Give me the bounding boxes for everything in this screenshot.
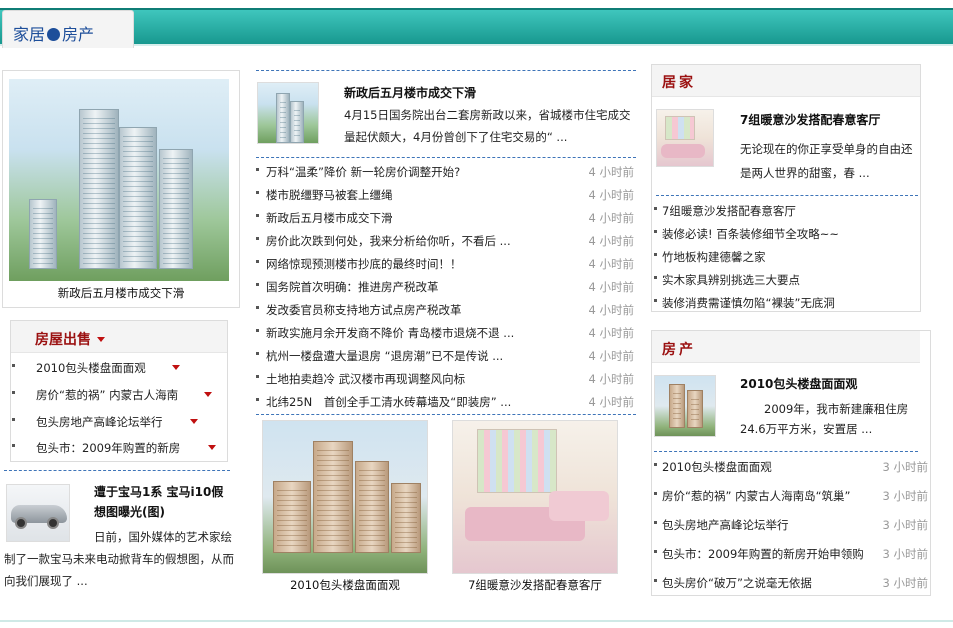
bullet-icon [654,299,657,302]
center-top-title[interactable]: 新政后五月楼市成交下滑 [344,84,476,101]
bullet-icon [256,214,259,217]
tab-label-home: 家居 [13,25,46,44]
list-item[interactable]: 北纬25N 首创全手工清水砖幕墙及“即装房” ... 4 小时前 [256,390,636,413]
list-item[interactable]: 2010包头楼盘面面观 [12,356,228,379]
list-item[interactable]: 房价“惹的祸” 内蒙古人海南 [12,383,228,406]
tab-home-estate[interactable]: 家居 房产 [2,10,134,48]
list-item[interactable]: 包头市：2009年购置的新房 [12,436,228,459]
feature-building-image[interactable] [9,79,229,281]
home-feature-body: 无论现在的你正享受单身的自由还是两人世界的甜蜜，春 ... [740,142,913,180]
sale-list: 2010包头楼盘面面观 房价“惹的祸” 内蒙古人海南 包头房地产高峰论坛举行 包… [12,356,228,460]
list-item[interactable]: 新政实施月余开发商不降价 青岛楼市退烧不退 ... 4 小时前 [256,321,636,344]
estate-list: 2010包头楼盘面面观 3 小时前 房价“惹的祸” 内蒙古人海南岛“筑巢” 3 小时… [654,455,930,595]
list-item[interactable]: 房价“惹的祸” 内蒙古人海南岛“筑巢” 3 小时前 [654,484,930,507]
car-article-body: 日前，国外媒体的艺术家绘制了一款宝马未来电动掀背车的假想图，从而向我们展现了 .… [4,530,234,588]
section-header-bar [0,8,953,44]
bullet-icon [256,168,259,171]
photo-estate-caption[interactable]: 2010包头楼盘面面观 [262,577,428,593]
bullet-icon [12,418,15,421]
bullet-icon [654,492,657,495]
left-feature-box: 新政后五月楼市成交下滑 [2,70,240,308]
home-section-title[interactable]: 居家 [652,65,920,97]
bullet-icon [12,444,15,447]
divider [656,195,918,196]
caret-down-icon [208,445,216,450]
list-item[interactable]: 新政后五月楼市成交下滑 4 小时前 [256,206,636,229]
list-item[interactable]: 包头房价“破万”之说毫无依据 3 小时前 [654,571,930,594]
list-item[interactable]: 杭州一楼盘遭大量退房 “退房潮”已不是传说 ... 4 小时前 [256,344,636,367]
footer-line [0,620,953,622]
list-item[interactable]: 土地拍卖趋冷 武汉楼市再现调整风向标 4 小时前 [256,367,636,390]
list-item[interactable]: 包头房地产高峰论坛举行 [12,410,228,433]
list-item[interactable]: 2010包头楼盘面面观 3 小时前 [654,455,930,478]
bullet-icon [654,276,657,279]
estate-feature-title[interactable]: 2010包头楼盘面面观 [740,375,857,392]
list-item[interactable]: 包头房地产高峰论坛举行 3 小时前 [654,513,930,536]
list-item[interactable]: 万科“温柔”降价 新一轮房价调整开始? 4 小时前 [256,160,636,183]
estate-feature-body: 2009年，我市新建廉租住房24.6万平方米，安置居 ... [740,402,909,436]
bullet-icon [654,550,657,553]
tab-label-estate: 房产 [62,25,95,44]
list-item[interactable]: 装修消费需谨慎勿陷“裸装”无底洞 [654,291,918,314]
bullet-icon [256,375,259,378]
bullet-icon [12,364,15,367]
estate-section-title[interactable]: 房产 [652,331,920,363]
home-section: 居家 7组暖意沙发搭配春意客厅 无论现在的你正享受单身的自由还是两人世界的甜蜜，… [651,64,921,312]
bullet-icon [654,207,657,210]
list-item[interactable]: 实木家具辨别挑选三大要点 [654,268,918,291]
bullet-dot-icon [47,28,61,41]
list-item[interactable]: 装修必读! 百条装修细节全攻略~~ [654,222,918,245]
bullet-icon [654,579,657,582]
divider [4,470,230,471]
list-item[interactable]: 包头市：2009年购置的新房开始申领购 3 小时前 [654,542,930,565]
bullet-icon [256,283,259,286]
divider [256,70,636,71]
bullet-icon [256,237,259,240]
list-item[interactable]: 7组暖意沙发搭配春意客厅 [654,199,918,222]
list-item[interactable]: 楼市脱缰野马被套上缰绳 4 小时前 [256,183,636,206]
center-top-thumbnail[interactable] [257,82,319,144]
feature-caption[interactable]: 新政后五月楼市成交下滑 [3,285,239,301]
bullet-icon [654,463,657,466]
estate-section: 房产 2010包头楼盘面面观 2009年，我市新建廉租住房24.6万平方米，安置… [651,330,931,596]
divider [256,157,636,158]
bullet-icon [12,391,15,394]
list-item[interactable]: 发改委官员称支持地方试点房产税改革 4 小时前 [256,298,636,321]
bullet-icon [256,329,259,332]
home-feature-title[interactable]: 7组暖意沙发搭配春意客厅 [740,111,880,128]
caret-down-icon [204,392,212,397]
bullet-icon [654,253,657,256]
caret-down-icon [172,365,180,370]
list-item[interactable]: 国务院首次明确：推进房产税改革 4 小时前 [256,275,636,298]
home-list: 7组暖意沙发搭配春意客厅 装修必读! 百条装修细节全攻略~~ 竹地板构建德馨之家… [654,199,918,311]
center-top-summary: 4月15日国务院出台二套房新政以来，省城楼市住宅成交量起伏颇大，4月份曾创下了住… [344,108,631,144]
list-item[interactable]: 房价此次跌到何处，我来分析给你听，不看后 ... 4 小时前 [256,229,636,252]
bullet-icon [256,306,259,309]
sale-box-title-text: 房屋出售 [35,332,91,348]
bullet-icon [256,398,259,401]
car-article-title[interactable]: 遭于宝马1系 宝马i10假想图曝光(图) [94,482,232,522]
sale-box-title[interactable]: 房屋出售 [11,321,227,353]
bullet-icon [654,521,657,524]
bullet-icon [256,260,259,263]
divider [256,414,636,415]
bullet-icon [256,352,259,355]
center-news-list: 万科“温柔”降价 新一轮房价调整开始? 4 小时前 楼市脱缰野马被套上缰绳 4 小时… [256,160,636,414]
photo-estate-image[interactable] [262,420,428,574]
caret-down-icon [97,337,105,342]
photo-sofa-image[interactable] [452,420,618,574]
estate-thumbnail-image[interactable] [654,375,716,437]
list-item[interactable]: 竹地板构建德馨之家 [654,245,918,268]
bullet-icon [256,191,259,194]
header-shadow [0,44,953,46]
list-item[interactable]: 网络惊现预测楼市抄底的最终时间！！ 4 小时前 [256,252,636,275]
caret-down-icon [190,419,198,424]
photo-sofa-caption[interactable]: 7组暖意沙发搭配春意客厅 [446,577,624,593]
home-thumbnail-image[interactable] [656,109,714,167]
bullet-icon [654,230,657,233]
divider [654,451,918,452]
